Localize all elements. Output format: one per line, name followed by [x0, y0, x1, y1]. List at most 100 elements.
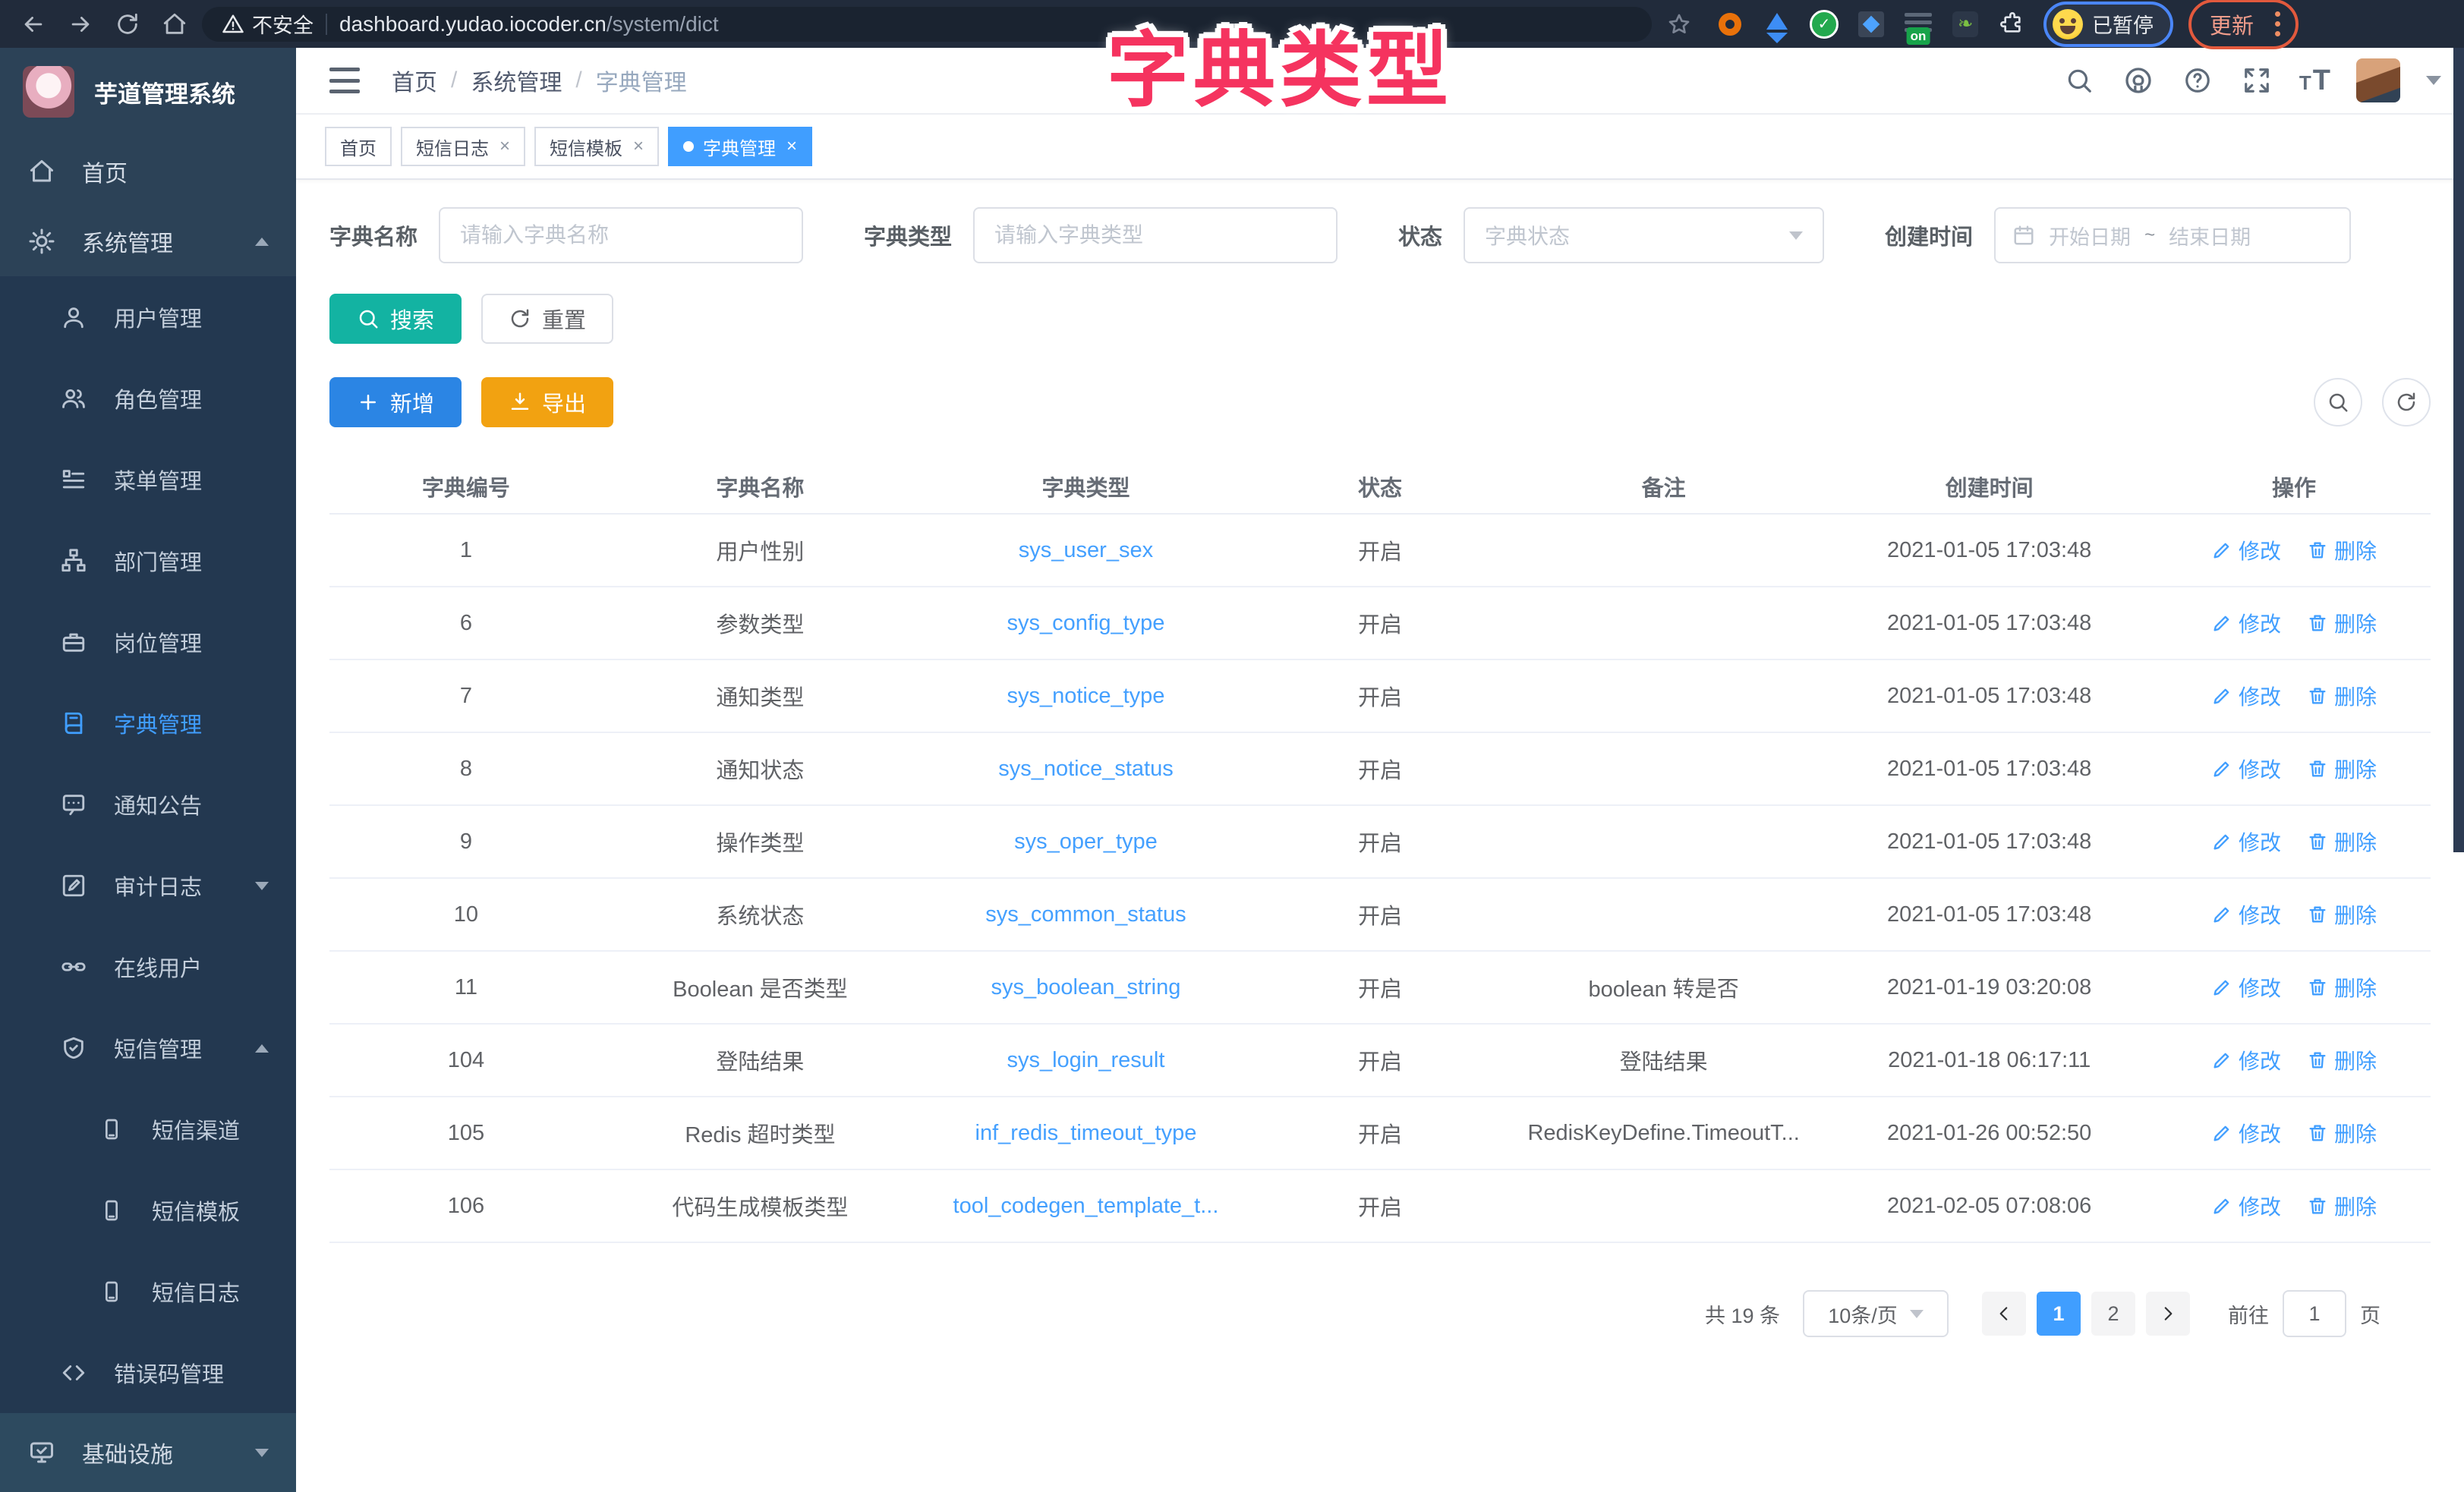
page-button-2[interactable]: 2 [2091, 1292, 2135, 1336]
sidebar-item-users[interactable]: 用户管理 [0, 276, 296, 357]
delete-button[interactable]: 删除 [2307, 608, 2377, 638]
date-start[interactable]: 开始日期 [2049, 221, 2131, 250]
delete-button[interactable]: 删除 [2307, 754, 2377, 784]
edit-button[interactable]: 修改 [2211, 681, 2281, 711]
page-button-1[interactable]: 1 [2037, 1292, 2081, 1336]
dict-name-input[interactable] [439, 207, 803, 263]
sidebar-item-sms-log[interactable]: 短信日志 [0, 1251, 296, 1332]
sidebar-item-posts[interactable]: 岗位管理 [0, 601, 296, 682]
browser-back-icon[interactable] [14, 5, 53, 44]
edit-button[interactable]: 修改 [2211, 1191, 2281, 1221]
sidebar-item-departments[interactable]: 部门管理 [0, 520, 296, 601]
prev-page-button[interactable] [1982, 1292, 2026, 1336]
edit-button[interactable]: 修改 [2211, 754, 2281, 784]
page-size-select[interactable]: 10条/页 [1803, 1290, 1949, 1337]
search-button[interactable]: 搜索 [329, 294, 462, 344]
edit-button[interactable]: 修改 [2211, 1118, 2281, 1148]
delete-button[interactable]: 删除 [2307, 899, 2377, 930]
browser-menu-kebab-icon[interactable] [2270, 11, 2285, 36]
sidebar-item-system[interactable]: 系统管理 [0, 206, 296, 276]
extension-green-icon[interactable]: ✓ [1808, 8, 1840, 40]
user-avatar[interactable] [2356, 58, 2400, 102]
tag-home[interactable]: 首页 [325, 127, 392, 166]
extension-plant-icon[interactable]: ❧ [1949, 8, 1981, 40]
page-scrollbar[interactable] [2453, 48, 2464, 852]
refresh-table-button[interactable] [2382, 378, 2431, 427]
close-icon[interactable]: × [633, 136, 644, 157]
breadcrumb-system[interactable]: 系统管理 [471, 64, 562, 97]
delete-button[interactable]: 删除 [2307, 1191, 2377, 1221]
dict-type-link[interactable]: sys_config_type [1007, 611, 1164, 635]
chrome-update-button[interactable]: 更新 [2202, 7, 2261, 42]
sidebar-item-home[interactable]: 首页 [0, 137, 296, 206]
dict-type-link[interactable]: inf_redis_timeout_type [975, 1121, 1197, 1145]
show-search-toggle-button[interactable] [2314, 378, 2362, 427]
goto-page-input[interactable] [2283, 1290, 2346, 1337]
extensions-puzzle-icon[interactable] [1996, 8, 2028, 40]
extension-donut-icon[interactable] [1714, 8, 1746, 40]
tag-dict-management[interactable]: 字典管理 × [668, 127, 812, 166]
dict-type-link[interactable]: sys_notice_type [1007, 684, 1164, 708]
edit-button[interactable]: 修改 [2211, 535, 2281, 565]
dict-type-link[interactable]: sys_notice_status [998, 757, 1174, 781]
sidebar-item-sms[interactable]: 短信管理 [0, 1007, 296, 1088]
dict-type-link[interactable]: sys_common_status [985, 902, 1186, 927]
sidebar-item-dict[interactable]: 字典管理 [0, 682, 296, 763]
font-size-icon[interactable]: TT [2299, 66, 2330, 95]
sidebar-item-infrastructure[interactable]: 基础设施 [0, 1413, 296, 1492]
edit-button[interactable]: 修改 [2211, 972, 2281, 1003]
extension-grid-icon[interactable] [1855, 8, 1887, 40]
dict-type-input[interactable] [973, 207, 1338, 263]
browser-reload-icon[interactable] [108, 5, 147, 44]
sidebar-toggle-icon[interactable] [329, 68, 360, 93]
bookmark-star-icon[interactable] [1659, 5, 1699, 44]
delete-button[interactable]: 删除 [2307, 1118, 2377, 1148]
tag-sms-log[interactable]: 短信日志 × [401, 127, 525, 166]
close-icon[interactable]: × [499, 136, 510, 157]
sidebar-item-notice[interactable]: 通知公告 [0, 763, 296, 845]
sidebar-item-sms-template[interactable]: 短信模板 [0, 1169, 296, 1251]
dict-type-link[interactable]: sys_oper_type [1014, 829, 1158, 854]
browser-home-icon[interactable] [155, 5, 194, 44]
sidebar-item-error-code[interactable]: 错误码管理 [0, 1332, 296, 1413]
delete-button[interactable]: 删除 [2307, 972, 2377, 1003]
dict-type-link[interactable]: tool_codegen_template_t... [953, 1194, 1219, 1218]
sidebar-item-sms-channel[interactable]: 短信渠道 [0, 1088, 296, 1169]
date-end[interactable]: 结束日期 [2169, 221, 2251, 250]
sidebar-item-menus[interactable]: 菜单管理 [0, 439, 296, 520]
search-icon[interactable] [2062, 64, 2096, 97]
edit-button[interactable]: 修改 [2211, 826, 2281, 857]
help-icon[interactable] [2181, 64, 2214, 97]
extension-list-icon[interactable]: on [1902, 8, 1934, 40]
next-page-button[interactable] [2146, 1292, 2190, 1336]
delete-button[interactable]: 删除 [2307, 1045, 2377, 1075]
export-button[interactable]: 导出 [481, 377, 613, 427]
delete-button[interactable]: 删除 [2307, 681, 2377, 711]
dict-type-link[interactable]: sys_login_result [1007, 1048, 1164, 1072]
fullscreen-icon[interactable] [2240, 64, 2273, 97]
dict-type-link[interactable]: sys_boolean_string [991, 975, 1181, 999]
delete-button[interactable]: 删除 [2307, 826, 2377, 857]
edit-button[interactable]: 修改 [2211, 1045, 2281, 1075]
add-button[interactable]: 新增 [329, 377, 462, 427]
sidebar-item-roles[interactable]: 角色管理 [0, 357, 296, 439]
edit-button[interactable]: 修改 [2211, 899, 2281, 930]
status-select[interactable]: 字典状态 [1464, 207, 1824, 263]
not-secure-warning[interactable]: 不安全 [222, 9, 314, 39]
extension-gem-icon[interactable] [1761, 8, 1793, 40]
reset-button[interactable]: 重置 [481, 294, 613, 344]
browser-forward-icon[interactable] [61, 5, 100, 44]
sidebar-item-audit-log[interactable]: 审计日志 [0, 845, 296, 926]
app-logo[interactable]: 芋道管理系统 [0, 48, 296, 137]
edit-button[interactable]: 修改 [2211, 608, 2281, 638]
browser-profile-chip[interactable]: 已暂停 [2043, 2, 2173, 47]
dict-type-link[interactable]: sys_user_sex [1019, 538, 1153, 562]
sidebar-item-online-users[interactable]: 在线用户 [0, 926, 296, 1007]
github-icon[interactable] [2122, 64, 2155, 97]
delete-button[interactable]: 删除 [2307, 535, 2377, 565]
avatar-caret-icon[interactable] [2426, 76, 2441, 93]
date-range-picker[interactable]: 开始日期 ~ 结束日期 [1994, 207, 2351, 263]
close-icon[interactable]: × [786, 136, 797, 157]
tag-sms-template[interactable]: 短信模板 × [534, 127, 659, 166]
breadcrumb-home[interactable]: 首页 [392, 64, 437, 97]
